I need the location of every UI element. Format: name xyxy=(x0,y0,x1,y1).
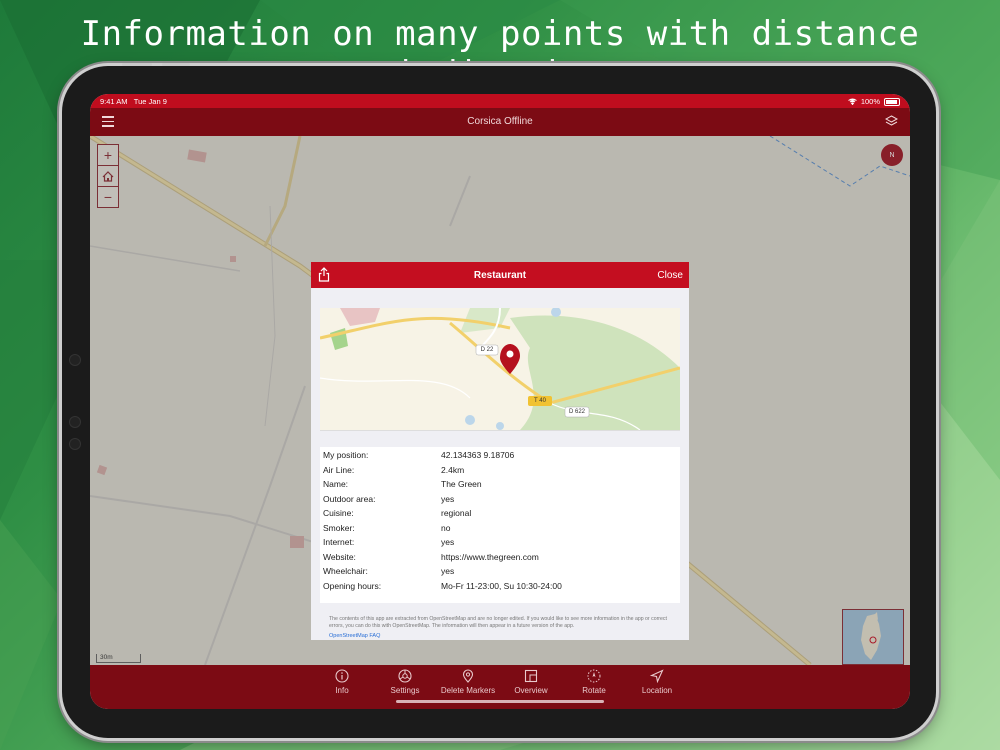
top-button-2 xyxy=(162,63,190,66)
status-bar: 9:41 AM Tue Jan 9 100% xyxy=(90,94,910,108)
map-view[interactable]: + − N 30m Restaurant Close D 22 T 40 D 6… xyxy=(90,136,910,665)
info-icon xyxy=(335,669,349,683)
bottom-toolbar: Info Settings Delete Markers Overview Ro… xyxy=(90,665,910,709)
overview-icon xyxy=(524,669,538,683)
modal-header: Restaurant Close xyxy=(311,262,689,288)
zoom-out-button[interactable]: − xyxy=(98,187,118,207)
website-link[interactable]: https://www.thegreen.com xyxy=(441,552,677,562)
nav-bar: Corsica Offline xyxy=(90,108,910,136)
status-time: 9:41 AM Tue Jan 9 xyxy=(100,97,167,106)
home-indicator xyxy=(396,700,604,703)
status-right: 100% xyxy=(848,97,900,106)
tab-location[interactable]: Location xyxy=(622,669,692,695)
preview-map xyxy=(320,308,680,430)
tab-delete-markers[interactable]: Delete Markers xyxy=(433,669,503,695)
app-title: Corsica Offline xyxy=(467,116,533,127)
location-icon xyxy=(650,669,664,683)
app-screen: 9:41 AM Tue Jan 9 100% Corsica Offline +… xyxy=(90,94,910,709)
compass-label: N xyxy=(889,151,895,159)
map-scale: 30m xyxy=(96,654,141,663)
compass-button[interactable]: N xyxy=(881,144,903,166)
tablet-frame: 9:41 AM Tue Jan 9 100% Corsica Offline +… xyxy=(62,63,936,738)
zoom-controls: + − xyxy=(97,144,119,208)
tab-info[interactable]: Info xyxy=(307,669,377,695)
tab-settings[interactable]: Settings xyxy=(370,669,440,695)
close-button[interactable]: Close xyxy=(657,270,683,281)
home-icon xyxy=(102,170,114,182)
rotate-icon xyxy=(587,669,601,683)
road-label-t40: T 40 xyxy=(534,398,546,404)
camera-dot xyxy=(69,354,81,366)
zoom-in-button[interactable]: + xyxy=(98,145,118,166)
location-map-preview: D 22 T 40 D 622 xyxy=(320,308,680,431)
layers-icon[interactable] xyxy=(885,115,898,128)
sensor-dot xyxy=(69,416,81,428)
marker-icon xyxy=(462,669,474,683)
sensor-dot-2 xyxy=(69,438,81,450)
battery-percent: 100% xyxy=(860,97,880,106)
overview-minimap[interactable] xyxy=(842,609,904,665)
top-button xyxy=(122,63,152,66)
osm-faq-link[interactable]: OpenStreetMap FAQ xyxy=(329,633,380,639)
settings-icon xyxy=(398,669,412,683)
home-button[interactable] xyxy=(98,166,118,187)
wifi-icon xyxy=(848,98,857,105)
battery-icon xyxy=(884,97,900,106)
tab-overview[interactable]: Overview xyxy=(496,669,566,695)
modal-title: Restaurant xyxy=(473,270,527,281)
tab-rotate[interactable]: Rotate xyxy=(559,669,629,695)
minimap-island xyxy=(861,612,881,660)
road-label-d622: D 622 xyxy=(568,409,585,415)
road-label-d22: D 22 xyxy=(480,347,494,353)
poi-info-table: My position: 42.134363 9.18706 Air Line: 2… xyxy=(320,447,680,603)
poi-detail-modal: Restaurant Close D 22 T 40 D 622 My posi… xyxy=(311,262,689,640)
osm-disclaimer: The contents of this app are extracted f… xyxy=(329,616,667,629)
